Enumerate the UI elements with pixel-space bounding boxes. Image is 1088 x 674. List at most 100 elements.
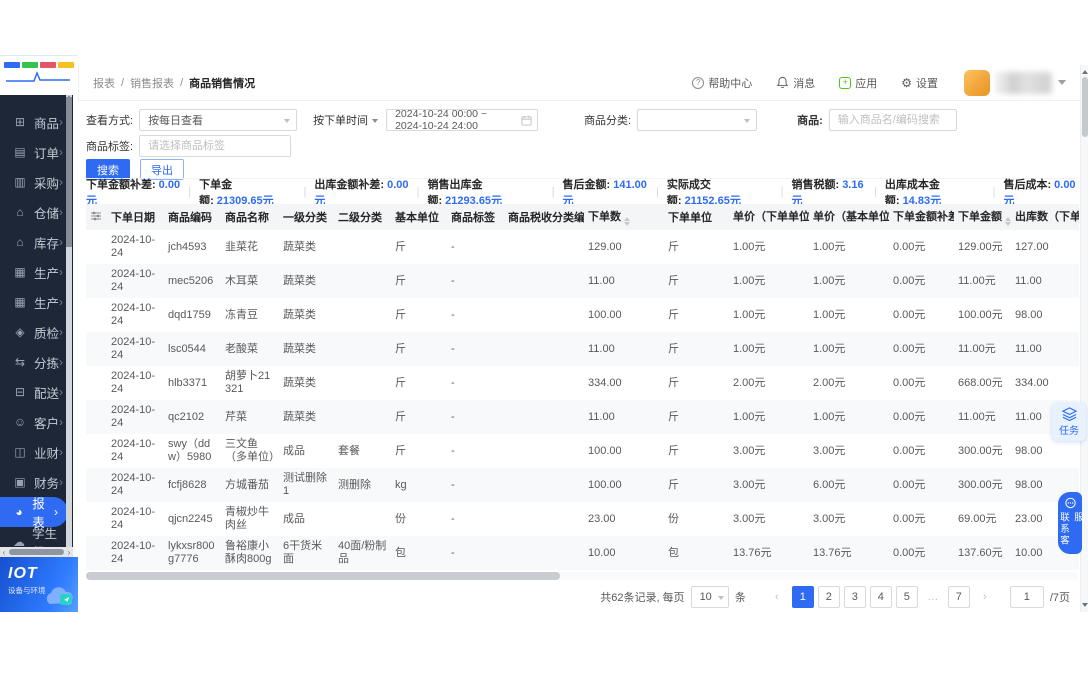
table-cell: 蔬菜类: [279, 264, 334, 298]
table-cell: [504, 536, 584, 570]
column-settings-icon[interactable]: [90, 210, 102, 222]
sidebar-item-purchase[interactable]: ▥采购›: [0, 167, 73, 197]
summary-strip: 下单金额补差:0.00元|下单金额:21309.65元|出库金额补差:0.00元…: [86, 178, 1078, 200]
table-cell: 2024-10-24: [107, 298, 164, 332]
col-header-下单单位[interactable]: 下单单位: [664, 204, 729, 230]
sidebar-item-customers[interactable]: ☺客户›: [0, 407, 73, 437]
records-unit: 条: [735, 589, 746, 605]
page-button-7[interactable]: 7: [948, 586, 970, 608]
customer-service-float-button[interactable]: 联系客服: [1058, 492, 1082, 554]
sidebar-item-orders[interactable]: ▤订单›: [0, 137, 73, 167]
sidebar-item-warehouse[interactable]: ⌂仓储›: [0, 197, 73, 227]
col-header-商品税收分类编码[interactable]: 商品税收分类编码: [504, 204, 584, 230]
sort-icon[interactable]: [624, 217, 630, 226]
table-cell: fcfj8628: [164, 468, 221, 502]
col-header-出库数（下单单位）[interactable]: 出库数（下单单位）: [1011, 204, 1079, 230]
table-cell: [86, 264, 107, 298]
user-menu[interactable]: [964, 70, 1066, 96]
col-header-下单数[interactable]: 下单数: [584, 204, 664, 230]
table-cell: 300.00元: [954, 468, 1011, 502]
chevron-right-icon: ›: [59, 445, 63, 459]
table-row: 2024-10-24mec5206木耳菜蔬菜类斤-11.00斤1.00元1.00…: [86, 264, 1079, 298]
chevron-right-icon: ›: [59, 475, 63, 489]
summary-divider: |: [188, 186, 191, 198]
page-button-1[interactable]: 1: [792, 586, 814, 608]
page-button-4[interactable]: 4: [870, 586, 892, 608]
tag-input[interactable]: [139, 135, 291, 157]
table-cell: mec5206: [164, 264, 221, 298]
sidebar-item-sorting[interactable]: ⇆分拣›: [0, 347, 73, 377]
sidebar-item-production-1[interactable]: ▦生产›: [0, 257, 73, 287]
page-next-button[interactable]: ›: [974, 586, 996, 608]
col-header-商品编码[interactable]: 商品编码: [164, 204, 221, 230]
table-cell: [504, 400, 584, 434]
col-header-下单日期[interactable]: 下单日期: [107, 204, 164, 230]
tasks-float-button[interactable]: 任务: [1052, 403, 1086, 441]
sidebar-item-products[interactable]: ⊞商品›: [0, 107, 73, 137]
table-cell: 三文鱼（多单位）: [221, 434, 279, 468]
sidebar-scrollbar-horizontal[interactable]: ‹›: [0, 547, 73, 557]
table-cell: [86, 298, 107, 332]
page-button-2[interactable]: 2: [818, 586, 840, 608]
sidebar-item-inventory[interactable]: ⌂库存›: [0, 227, 73, 257]
header-action-settings[interactable]: ⚙设置: [901, 75, 938, 91]
col-header-单价（基本单位）[interactable]: 单价（基本单位）: [809, 204, 889, 230]
table-cell: 668.00元: [954, 366, 1011, 400]
table-cell: 2.00元: [729, 366, 809, 400]
col-header-下单金额[interactable]: 下单金额: [954, 204, 1011, 230]
page-prev-button[interactable]: ‹: [766, 586, 788, 608]
header-action-apps[interactable]: +应用: [839, 75, 877, 91]
logo-bars: [0, 56, 78, 70]
breadcrumb-reports[interactable]: 报表: [93, 75, 115, 91]
table-cell: [504, 298, 584, 332]
col-header-商品名称[interactable]: 商品名称: [221, 204, 279, 230]
table-cell: 青椒炒牛肉丝: [221, 502, 279, 536]
table-row: 2024-10-24swy（ddw）5980三文鱼（多单位）成品套餐斤-100.…: [86, 434, 1079, 468]
page-size-select[interactable]: 10: [691, 586, 729, 608]
table-cell: 127.00: [1011, 230, 1079, 264]
col-header[interactable]: [86, 204, 107, 230]
table-cell: dqd1759: [164, 298, 221, 332]
col-header-单价（下单单位）[interactable]: 单价（下单单位）?: [729, 204, 809, 230]
header-action-help[interactable]: ?帮助中心: [692, 75, 752, 91]
header-action-message[interactable]: 消息: [776, 75, 815, 91]
table-cell: 斤: [664, 434, 729, 468]
table-cell: 334.00: [1011, 366, 1079, 400]
sidebar-scrollbar-vertical[interactable]: ▲: [66, 95, 72, 547]
product-search-input[interactable]: [829, 109, 957, 131]
table-cell: 10.00: [584, 536, 664, 570]
table-cell: 蔬菜类: [279, 366, 334, 400]
sidebar-item-quality[interactable]: ◈质检›: [0, 317, 73, 347]
iot-module-banner[interactable]: IOT 设备与环境: [0, 557, 78, 612]
chevron-down-icon: [284, 119, 290, 126]
breadcrumb-sales-reports[interactable]: 销售报表: [130, 75, 174, 91]
sidebar-item-delivery[interactable]: ⊟配送›: [0, 377, 73, 407]
date-range-picker[interactable]: 2024-10-24 00:00 ~ 2024-10-24 24:00: [386, 109, 538, 131]
table-cell: 11.00元: [954, 264, 1011, 298]
table-cell: 11.00: [1011, 332, 1079, 366]
table-cell: [334, 264, 391, 298]
avatar[interactable]: [964, 70, 990, 96]
view-mode-select[interactable]: 按每日查看: [139, 109, 297, 131]
table-cell: 鲁裕康小酥肉800g: [221, 536, 279, 570]
table-scrollbar-horizontal[interactable]: [86, 572, 1078, 580]
col-header-二级分类[interactable]: 二级分类: [334, 204, 391, 230]
col-header-一级分类[interactable]: 一级分类: [279, 204, 334, 230]
table-cell: 1.00元: [729, 230, 809, 264]
category-select[interactable]: [637, 109, 757, 131]
sort-icon[interactable]: [1005, 217, 1011, 226]
col-header-下单金额补差[interactable]: 下单金额补差?: [889, 204, 954, 230]
delivery-icon: ⊟: [13, 385, 27, 399]
time-mode-select[interactable]: 按下单时间: [313, 112, 378, 128]
table-cell: -: [447, 230, 504, 264]
col-header-基本单位[interactable]: 基本单位: [391, 204, 447, 230]
table-cell: 1.00元: [809, 298, 889, 332]
page-button-5[interactable]: 5: [896, 586, 918, 608]
table-cell: 斤: [664, 400, 729, 434]
page-button-3[interactable]: 3: [844, 586, 866, 608]
sidebar-item-production-2[interactable]: ▦生产›: [0, 287, 73, 317]
page-jump-input[interactable]: [1010, 586, 1044, 608]
table-cell: [86, 468, 107, 502]
sidebar-item-biz-finance[interactable]: ◫业财›: [0, 437, 73, 467]
col-header-商品标签[interactable]: 商品标签: [447, 204, 504, 230]
